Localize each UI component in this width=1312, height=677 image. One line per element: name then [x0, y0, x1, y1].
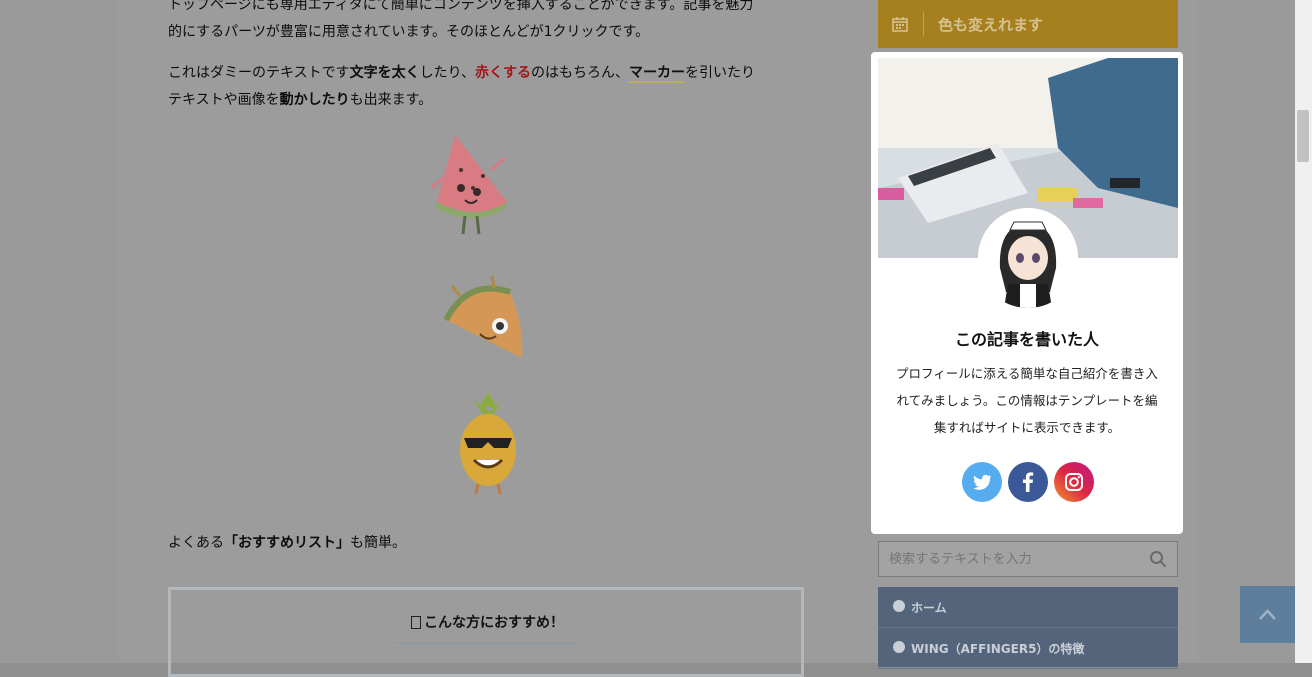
- red-text: 赤くする: [475, 65, 532, 81]
- search-input[interactable]: [879, 542, 1154, 576]
- sidebar-menu: ホーム WING（AFFINGER5）の特徴: [878, 587, 1178, 669]
- dummy-text-2: したり、: [419, 65, 476, 81]
- widget-title: 色も変えれます: [938, 16, 1044, 34]
- search-icon[interactable]: [1149, 550, 1167, 568]
- scrollbar-thumb[interactable]: [1297, 110, 1309, 162]
- back-to-top-button[interactable]: [1240, 586, 1295, 643]
- chevron-right-icon: [893, 641, 905, 653]
- twitter-icon: [973, 474, 992, 490]
- bold-text-2: 動かしたり: [279, 92, 350, 108]
- profile-card: この記事を書いた人 プロフィールに添える簡単な自己紹介を書き入れてみましょう。こ…: [871, 52, 1183, 534]
- sidebar-item-home[interactable]: ホーム: [878, 587, 1178, 628]
- intro-line-1: トップページにも専用エディタにて簡単にコンテンツを挿入することができます。記事を…: [168, 0, 754, 13]
- marker-text: マーカー: [629, 65, 686, 83]
- scrollbar[interactable]: [1295, 0, 1312, 663]
- chevron-up-icon: [1259, 609, 1276, 620]
- instagram-icon: [1065, 473, 1083, 491]
- rec-bold-text: 「おすすめリスト」: [224, 535, 350, 551]
- dummy-text-6: も出来ます。: [349, 92, 433, 108]
- chevron-right-icon: [893, 600, 905, 612]
- facebook-button[interactable]: [1008, 462, 1048, 502]
- facebook-icon: [1022, 472, 1034, 492]
- profile-title: この記事を書いた人: [954, 330, 1099, 349]
- intro-line-2: 的にするパーツが豊富に用意されています。そのほとんどが1クリックです。: [168, 24, 650, 40]
- document-icon: [411, 616, 421, 629]
- widget-title-bar: 色も変えれます: [878, 0, 1178, 48]
- sidebar-item-label: ホーム: [911, 601, 947, 615]
- author-avatar: [978, 208, 1078, 308]
- rec-text-2: も簡単。: [350, 535, 406, 551]
- recommend-paragraph: よくある「おすすめリスト」も簡単。: [168, 530, 808, 557]
- sidebar-item-label: WING（AFFINGER5）の特徴: [911, 642, 1085, 656]
- twitter-button[interactable]: [962, 462, 1002, 502]
- intro-paragraph: トップページにも専用エディタにて簡単にコンテンツを挿入することができます。記事を…: [168, 0, 808, 46]
- dummy-text-5: テキストや画像を: [168, 92, 280, 108]
- melon-illustration: [443, 275, 523, 358]
- recommend-box-title-text: こんな方におすすめ！: [424, 615, 564, 631]
- pineapple-illustration: [460, 392, 516, 494]
- calendar-icon: [892, 17, 908, 32]
- watermelon-illustration: [430, 135, 507, 235]
- dummy-text-paragraph: これはダミーのテキストです文字を太くしたり、赤くするのはもちろん、マーカーを引い…: [168, 60, 808, 114]
- rec-text-1: よくある: [168, 535, 224, 551]
- recommend-box-title: こんな方におすすめ！: [394, 612, 581, 644]
- widget-title-separator: [923, 12, 924, 36]
- dummy-text-4: を引いたり: [685, 65, 756, 81]
- dummy-text-1: これはダミーのテキストです: [168, 65, 350, 81]
- instagram-button[interactable]: [1054, 462, 1094, 502]
- search-box[interactable]: [878, 541, 1178, 577]
- bold-text-1: 文字を太く: [349, 65, 420, 81]
- dummy-text-3: のはもちろん、: [531, 65, 630, 81]
- profile-description: プロフィールに添える簡単な自己紹介を書き入れてみましょう。この情報はテンプレート…: [896, 366, 1158, 435]
